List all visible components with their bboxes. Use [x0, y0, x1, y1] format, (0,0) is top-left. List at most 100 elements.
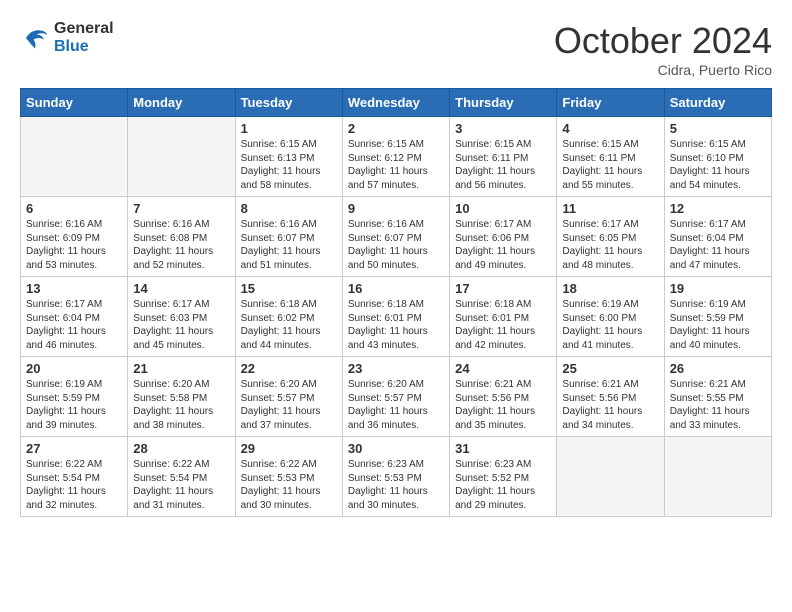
- day-info: Sunrise: 6:19 AM Sunset: 6:00 PM Dayligh…: [562, 298, 658, 352]
- weekday-header-row: SundayMondayTuesdayWednesdayThursdayFrid…: [21, 89, 772, 117]
- calendar-cell: 1 Sunrise: 6:15 AM Sunset: 6:13 PM Daylig…: [235, 117, 342, 197]
- calendar-cell: 5 Sunrise: 6:15 AM Sunset: 6:10 PM Daylig…: [664, 117, 771, 197]
- weekday-header-friday: Friday: [557, 89, 664, 117]
- day-info: Sunrise: 6:21 AM Sunset: 5:55 PM Dayligh…: [670, 378, 766, 432]
- calendar-cell: 18 Sunrise: 6:19 AM Sunset: 6:00 PM Dayli…: [557, 277, 664, 357]
- day-info: Sunrise: 6:17 AM Sunset: 6:04 PM Dayligh…: [26, 298, 122, 352]
- day-number: 8: [241, 201, 337, 216]
- day-info: Sunrise: 6:17 AM Sunset: 6:06 PM Dayligh…: [455, 218, 551, 272]
- calendar-cell: 27 Sunrise: 6:22 AM Sunset: 5:54 PM Dayli…: [21, 437, 128, 517]
- location-subtitle: Cidra, Puerto Rico: [554, 62, 772, 78]
- day-info: Sunrise: 6:15 AM Sunset: 6:13 PM Dayligh…: [241, 138, 337, 192]
- calendar-cell: 23Sunrise: 6:20 AM Sunset: 5:57 PM Dayli…: [342, 357, 449, 437]
- calendar-cell: 17 Sunrise: 6:18 AM Sunset: 6:01 PM Dayli…: [450, 277, 557, 357]
- weekday-header-monday: Monday: [128, 89, 235, 117]
- day-number: 14: [133, 281, 229, 296]
- day-number: 19: [670, 281, 766, 296]
- day-info: Sunrise: 6:19 AM Sunset: 5:59 PM Dayligh…: [26, 378, 122, 432]
- title-block: October 2024 Cidra, Puerto Rico: [554, 20, 772, 78]
- day-number: 26: [670, 361, 766, 376]
- day-number: 22: [241, 361, 337, 376]
- calendar-cell: 9Sunrise: 6:16 AM Sunset: 6:07 PM Daylig…: [342, 197, 449, 277]
- day-number: 25: [562, 361, 658, 376]
- month-title: October 2024: [554, 20, 772, 62]
- day-info: Sunrise: 6:18 AM Sunset: 6:01 PM Dayligh…: [455, 298, 551, 352]
- day-number: 16: [348, 281, 444, 296]
- day-number: 10: [455, 201, 551, 216]
- day-number: 9: [348, 201, 444, 216]
- day-number: 3: [455, 121, 551, 136]
- logo-icon: [20, 23, 50, 53]
- day-info: Sunrise: 6:22 AM Sunset: 5:54 PM Dayligh…: [26, 458, 122, 512]
- calendar-week-row: 27 Sunrise: 6:22 AM Sunset: 5:54 PM Dayli…: [21, 437, 772, 517]
- calendar-cell: 8 Sunrise: 6:16 AM Sunset: 6:07 PM Daylig…: [235, 197, 342, 277]
- calendar-cell: 25 Sunrise: 6:21 AM Sunset: 5:56 PM Dayli…: [557, 357, 664, 437]
- day-info: Sunrise: 6:15 AM Sunset: 6:11 PM Dayligh…: [562, 138, 658, 192]
- weekday-header-thursday: Thursday: [450, 89, 557, 117]
- day-info: Sunrise: 6:16 AM Sunset: 6:09 PM Dayligh…: [26, 218, 122, 272]
- day-info: Sunrise: 6:17 AM Sunset: 6:05 PM Dayligh…: [562, 218, 658, 272]
- calendar-cell: 14 Sunrise: 6:17 AM Sunset: 6:03 PM Dayli…: [128, 277, 235, 357]
- calendar-cell: 29 Sunrise: 6:22 AM Sunset: 5:53 PM Dayli…: [235, 437, 342, 517]
- day-info: Sunrise: 6:15 AM Sunset: 6:10 PM Dayligh…: [670, 138, 766, 192]
- calendar-cell: 22 Sunrise: 6:20 AM Sunset: 5:57 PM Dayli…: [235, 357, 342, 437]
- calendar-week-row: 1 Sunrise: 6:15 AM Sunset: 6:13 PM Daylig…: [21, 117, 772, 197]
- day-info: Sunrise: 6:23 AM Sunset: 5:53 PM Dayligh…: [348, 458, 444, 512]
- day-number: 15: [241, 281, 337, 296]
- day-info: Sunrise: 6:20 AM Sunset: 5:58 PM Dayligh…: [133, 378, 229, 432]
- calendar-week-row: 20Sunrise: 6:19 AM Sunset: 5:59 PM Dayli…: [21, 357, 772, 437]
- day-number: 21: [133, 361, 229, 376]
- calendar-cell: 16Sunrise: 6:18 AM Sunset: 6:01 PM Dayli…: [342, 277, 449, 357]
- day-number: 18: [562, 281, 658, 296]
- day-number: 13: [26, 281, 122, 296]
- day-number: 30: [348, 441, 444, 456]
- calendar-cell: [21, 117, 128, 197]
- weekday-header-wednesday: Wednesday: [342, 89, 449, 117]
- calendar-table: SundayMondayTuesdayWednesdayThursdayFrid…: [20, 88, 772, 517]
- calendar-cell: 20Sunrise: 6:19 AM Sunset: 5:59 PM Dayli…: [21, 357, 128, 437]
- calendar-cell: 21 Sunrise: 6:20 AM Sunset: 5:58 PM Dayli…: [128, 357, 235, 437]
- day-number: 27: [26, 441, 122, 456]
- calendar-cell: 15 Sunrise: 6:18 AM Sunset: 6:02 PM Dayli…: [235, 277, 342, 357]
- calendar-cell: 19 Sunrise: 6:19 AM Sunset: 5:59 PM Dayli…: [664, 277, 771, 357]
- calendar-cell: 10 Sunrise: 6:17 AM Sunset: 6:06 PM Dayli…: [450, 197, 557, 277]
- page-header: General Blue October 2024 Cidra, Puerto …: [20, 20, 772, 78]
- day-number: 28: [133, 441, 229, 456]
- day-info: Sunrise: 6:22 AM Sunset: 5:53 PM Dayligh…: [241, 458, 337, 512]
- day-number: 2: [348, 121, 444, 136]
- day-number: 29: [241, 441, 337, 456]
- day-number: 1: [241, 121, 337, 136]
- day-number: 6: [26, 201, 122, 216]
- day-number: 5: [670, 121, 766, 136]
- calendar-cell: 31Sunrise: 6:23 AM Sunset: 5:52 PM Dayli…: [450, 437, 557, 517]
- day-info: Sunrise: 6:20 AM Sunset: 5:57 PM Dayligh…: [241, 378, 337, 432]
- calendar-cell: 12Sunrise: 6:17 AM Sunset: 6:04 PM Dayli…: [664, 197, 771, 277]
- day-info: Sunrise: 6:21 AM Sunset: 5:56 PM Dayligh…: [455, 378, 551, 432]
- calendar-cell: [664, 437, 771, 517]
- day-number: 11: [562, 201, 658, 216]
- day-info: Sunrise: 6:20 AM Sunset: 5:57 PM Dayligh…: [348, 378, 444, 432]
- day-info: Sunrise: 6:22 AM Sunset: 5:54 PM Dayligh…: [133, 458, 229, 512]
- calendar-cell: 7Sunrise: 6:16 AM Sunset: 6:08 PM Daylig…: [128, 197, 235, 277]
- day-info: Sunrise: 6:19 AM Sunset: 5:59 PM Dayligh…: [670, 298, 766, 352]
- calendar-cell: 2 Sunrise: 6:15 AM Sunset: 6:12 PM Daylig…: [342, 117, 449, 197]
- day-info: Sunrise: 6:16 AM Sunset: 6:07 PM Dayligh…: [241, 218, 337, 272]
- calendar-cell: 24Sunrise: 6:21 AM Sunset: 5:56 PM Dayli…: [450, 357, 557, 437]
- calendar-cell: 11 Sunrise: 6:17 AM Sunset: 6:05 PM Dayli…: [557, 197, 664, 277]
- day-number: 17: [455, 281, 551, 296]
- calendar-cell: 26 Sunrise: 6:21 AM Sunset: 5:55 PM Dayli…: [664, 357, 771, 437]
- calendar-cell: 6 Sunrise: 6:16 AM Sunset: 6:09 PM Daylig…: [21, 197, 128, 277]
- day-info: Sunrise: 6:17 AM Sunset: 6:03 PM Dayligh…: [133, 298, 229, 352]
- weekday-header-tuesday: Tuesday: [235, 89, 342, 117]
- calendar-cell: 4 Sunrise: 6:15 AM Sunset: 6:11 PM Daylig…: [557, 117, 664, 197]
- calendar-cell: 30 Sunrise: 6:23 AM Sunset: 5:53 PM Dayli…: [342, 437, 449, 517]
- day-number: 7: [133, 201, 229, 216]
- day-info: Sunrise: 6:15 AM Sunset: 6:11 PM Dayligh…: [455, 138, 551, 192]
- day-number: 4: [562, 121, 658, 136]
- day-info: Sunrise: 6:15 AM Sunset: 6:12 PM Dayligh…: [348, 138, 444, 192]
- calendar-cell: [128, 117, 235, 197]
- day-number: 12: [670, 201, 766, 216]
- logo-text: General Blue: [54, 20, 114, 56]
- day-info: Sunrise: 6:21 AM Sunset: 5:56 PM Dayligh…: [562, 378, 658, 432]
- day-info: Sunrise: 6:18 AM Sunset: 6:02 PM Dayligh…: [241, 298, 337, 352]
